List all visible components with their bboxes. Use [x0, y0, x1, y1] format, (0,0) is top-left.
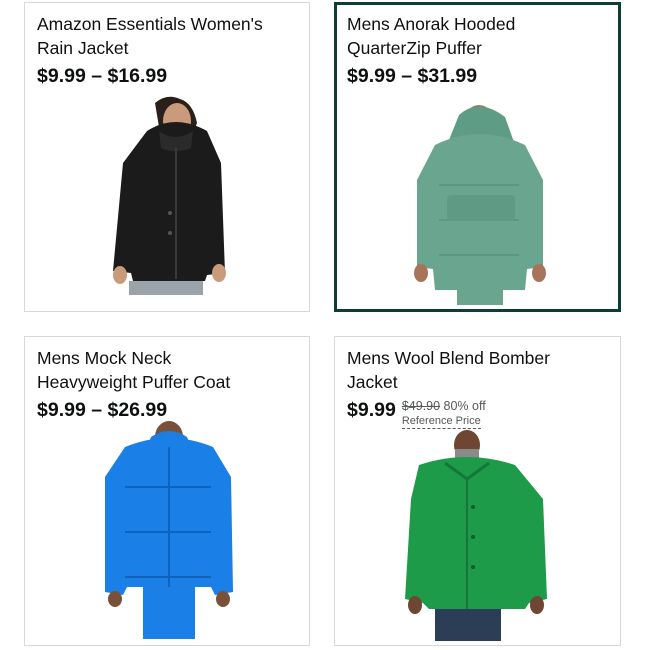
black-rain-jacket-image[interactable] [25, 3, 310, 312]
product-card-puffer-coat[interactable]: Mens Mock Neck Heavyweight Puffer Coat $… [24, 336, 310, 646]
blue-puffer-coat-image[interactable] [25, 337, 310, 646]
product-card-womens-rain-jacket[interactable]: Amazon Essentials Women's Rain Jacket $9… [24, 2, 310, 312]
product-card-wool-bomber[interactable]: Mens Wool Blend Bomber Jacket $9.99 $49.… [334, 336, 621, 646]
product-card-anorak-puffer[interactable]: Mens Anorak Hooded QuarterZip Puffer $9.… [334, 2, 621, 312]
green-bomber-jacket-image[interactable] [335, 337, 621, 646]
green-anorak-puffer-image[interactable] [337, 5, 618, 309]
